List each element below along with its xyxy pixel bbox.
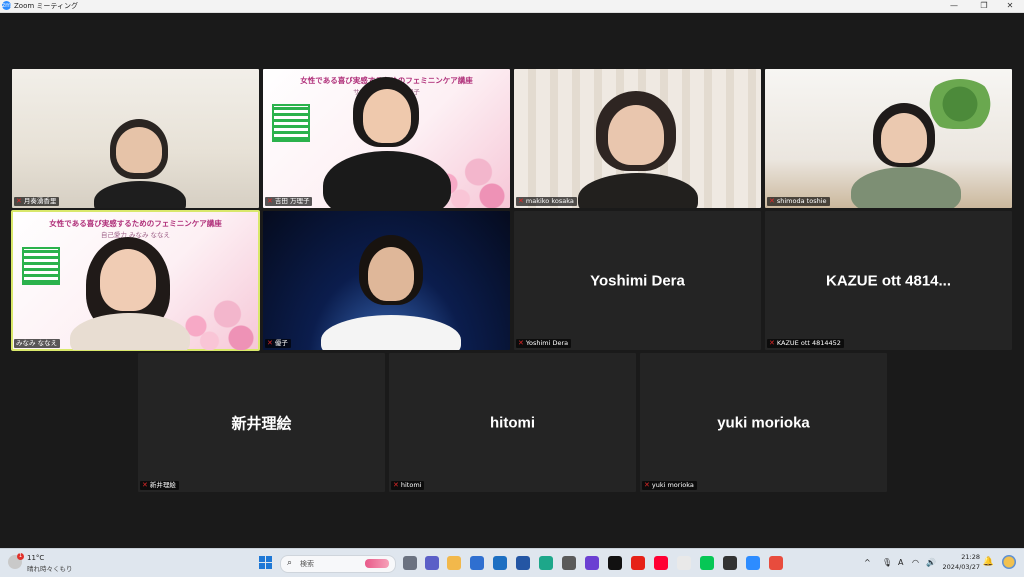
participant-display-name: 新井理絵 [231, 415, 292, 432]
volume-icon[interactable]: 🔊 [926, 557, 936, 569]
participant-tile-video[interactable]: 女性である喜び実感するためのフェミニンケア講座 サロンプル 吉田万理子 ✕吉田 … [263, 69, 510, 208]
participant-name-label: みなみ ななえ [14, 339, 61, 348]
copilot-icon[interactable] [585, 556, 599, 570]
line-icon[interactable] [700, 556, 714, 570]
qr-code-icon [22, 247, 60, 285]
weather-temperature[interactable]: 11°C [27, 554, 44, 562]
mic-muted-icon: ✕ [393, 481, 399, 489]
notification-bell-icon[interactable]: 🔔 [983, 557, 994, 567]
mic-icon[interactable]: 🎙 [882, 557, 892, 569]
slide-title: 女性である喜び実感するためのフェミニンケア講座 [49, 219, 222, 228]
mic-muted-icon: ✕ [267, 197, 273, 205]
mic-muted-icon: ✕ [16, 197, 22, 205]
participant-tile-video[interactable]: ✕ 優子 [263, 211, 510, 350]
participant-tile-active-speaker[interactable]: 女性である喜び実感するためのフェミニンケア講座 自己愛力 みなみ ななえ みなみ… [11, 210, 260, 351]
store-icon[interactable] [470, 556, 484, 570]
windows-start-icon[interactable] [259, 556, 272, 569]
weather-description[interactable]: 晴れ時々くもり [27, 563, 73, 573]
participant-face [881, 113, 927, 163]
notification-badge: 1 [17, 553, 24, 560]
participant-name-label: ✕ shimoda toshie [767, 197, 830, 206]
gallery-view: ✕月奏湧香里 女性である喜び実感するためのフェミニンケア講座 サロンプル 吉田万… [0, 13, 1024, 548]
participant-body [851, 167, 961, 208]
participant-face [363, 89, 411, 143]
participant-tile-name-only[interactable]: yuki morioka ✕ yuki morioka [640, 353, 887, 492]
minimize-button[interactable]: — [940, 0, 968, 12]
mic-muted-icon: ✕ [769, 339, 775, 347]
ime-indicator[interactable]: A [898, 557, 903, 569]
participant-name-label: ✕ 新井理絵 [140, 481, 179, 490]
participant-tile-name-only[interactable]: 新井理絵 ✕ 新井理絵 [138, 353, 385, 492]
clock-date[interactable]: 2024/03/27 [943, 563, 980, 571]
widgets-icon[interactable] [1002, 555, 1016, 569]
participant-name-label: ✕ hitomi [391, 481, 425, 490]
chat-icon[interactable] [425, 556, 439, 570]
window-title: Zoom ミーティング [14, 2, 78, 10]
wifi-icon[interactable]: ◠ [912, 557, 919, 569]
app-icon-red[interactable] [769, 556, 783, 570]
participant-name-label: ✕ 優子 [265, 339, 291, 348]
tiktok-icon[interactable] [608, 556, 622, 570]
participant-face [608, 105, 664, 165]
participant-display-name: Yoshimi Dera [590, 272, 685, 289]
notepad-icon[interactable] [723, 556, 737, 570]
participant-tile-video[interactable]: ✕ shimoda toshie [765, 69, 1012, 208]
taskbar: 1 11°C 晴れ時々くもり ⌕ 検索 ^ 🎙 A ◠ 🔊 21:28 2024… [0, 548, 1024, 577]
search-highlight-icon [365, 559, 389, 568]
image-viewer-icon[interactable] [677, 556, 691, 570]
participant-name-label: ✕ 月奏湧香里 [14, 197, 60, 206]
zoom-taskbar-icon[interactable] [746, 556, 760, 570]
mic-muted-icon: ✕ [518, 339, 524, 347]
mic-muted-icon: ✕ [267, 339, 273, 347]
participant-tile-video[interactable]: ✕ 月奏湧香里 [12, 69, 259, 208]
qr-code-icon [272, 104, 310, 142]
mail-icon[interactable] [493, 556, 507, 570]
app-icon[interactable] [562, 556, 576, 570]
zoom-logo-icon: zm [2, 1, 11, 10]
mic-muted-icon: ✕ [644, 481, 650, 489]
participant-face [100, 249, 156, 311]
participant-body [94, 181, 186, 208]
clock-time[interactable]: 21:28 [961, 553, 980, 561]
window-title-bar: zm Zoom ミーティング — ❐ ✕ [0, 0, 1024, 13]
participant-name-label: ✕ KAZUE ott 4814452 [767, 339, 844, 348]
participant-display-name: hitomi [490, 414, 535, 431]
participant-tile-name-only[interactable]: KAZUE ott 4814... ✕ KAZUE ott 4814452 [765, 211, 1012, 350]
mic-muted-icon: ✕ [142, 481, 148, 489]
participant-display-name: KAZUE ott 4814... [825, 272, 952, 289]
participant-name-label: ✕ yuki morioka [642, 481, 697, 490]
participant-display-name: yuki morioka [717, 414, 810, 431]
maximize-button[interactable]: ❐ [970, 0, 998, 12]
participant-body [321, 315, 461, 350]
youtube-icon[interactable] [631, 556, 645, 570]
close-button[interactable]: ✕ [996, 0, 1024, 12]
file-explorer-icon[interactable] [447, 556, 461, 570]
participant-name-label: ✕ makiko kosaka [516, 197, 577, 206]
outlook-icon[interactable] [516, 556, 530, 570]
mic-muted-icon: ✕ [769, 197, 775, 205]
participant-name-label: ✕ Yoshimi Dera [516, 339, 572, 348]
participant-tile-video[interactable]: ✕ makiko kosaka [514, 69, 761, 208]
edge-icon[interactable] [539, 556, 553, 570]
task-view-icon[interactable] [403, 556, 417, 570]
taskbar-search-box[interactable]: ⌕ 検索 [280, 555, 396, 573]
search-icon: ⌕ [287, 558, 293, 568]
participant-tile-name-only[interactable]: hitomi ✕ hitomi [389, 353, 636, 492]
participant-name-label: ✕ 吉田 万理子 [265, 197, 313, 206]
chevron-up-icon[interactable]: ^ [864, 557, 871, 569]
participant-face [368, 247, 414, 301]
participant-body [578, 173, 698, 208]
mic-muted-icon: ✕ [518, 197, 524, 205]
participant-face [116, 127, 162, 173]
plant-decoration [925, 79, 995, 129]
yahoo-icon[interactable] [654, 556, 668, 570]
participant-tile-name-only[interactable]: Yoshimi Dera ✕ Yoshimi Dera [514, 211, 761, 350]
search-placeholder: 検索 [300, 560, 314, 568]
